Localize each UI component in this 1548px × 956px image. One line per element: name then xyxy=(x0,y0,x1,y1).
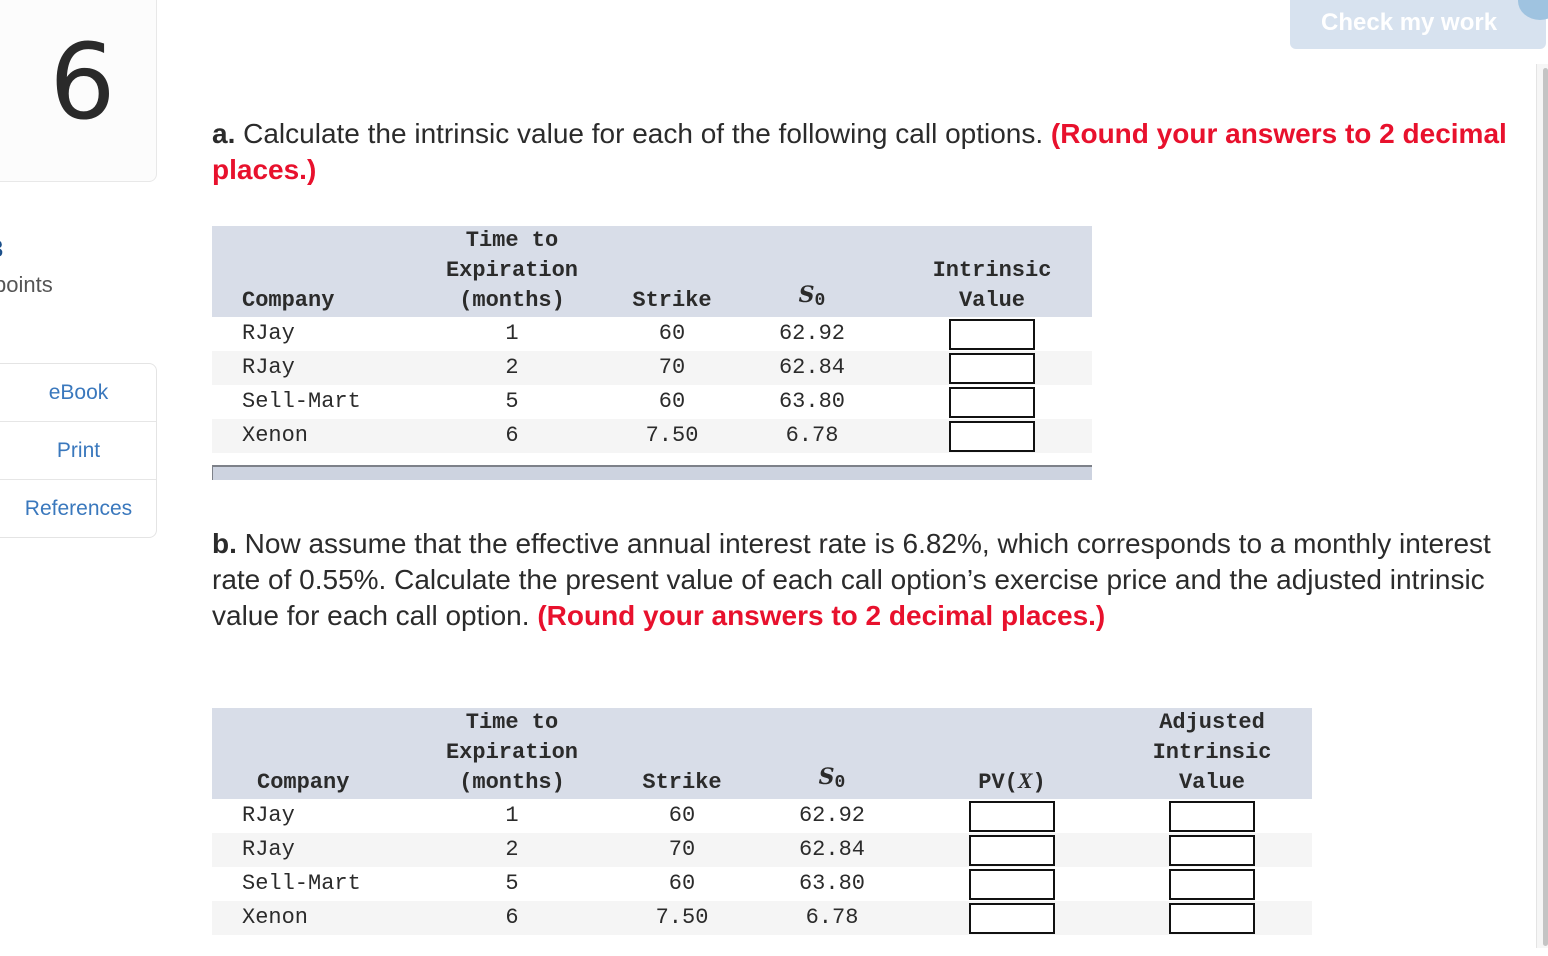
pv-x-cell xyxy=(912,867,1112,901)
months-cell: 6 xyxy=(412,901,612,935)
company-cell: RJay xyxy=(212,833,412,867)
part-b-label: b. xyxy=(212,528,237,559)
part-b-prompt: b. Now assume that the effective annual … xyxy=(212,526,1532,634)
print-link[interactable]: Print xyxy=(0,422,156,480)
pv-x-cell xyxy=(912,799,1112,833)
points-value: 3 xyxy=(0,236,3,264)
table-row: RJay 2 70 62.84 xyxy=(212,833,1312,867)
header-intrinsic-value: Intrinsic Value xyxy=(892,226,1092,317)
months-cell: 5 xyxy=(412,867,612,901)
intrinsic-value-input[interactable] xyxy=(949,420,1035,452)
adjusted-intrinsic-value-table: Company Time to Expiration (months) Stri… xyxy=(212,708,1312,935)
header-time-to-expiration: Time to Expiration (months) xyxy=(412,708,612,799)
header-pv-x: PV(X) xyxy=(912,708,1112,799)
pv-x-input[interactable] xyxy=(969,902,1055,934)
s0-cell: 63.80 xyxy=(732,385,892,419)
strike-cell: 60 xyxy=(612,799,752,833)
intrinsic-value-input[interactable] xyxy=(949,352,1035,384)
header-s0: S0 xyxy=(732,226,892,317)
part-b-instruction: (Round your answers to 2 decimal places.… xyxy=(537,600,1106,631)
intrinsic-value-input[interactable] xyxy=(949,386,1035,418)
points-label: points xyxy=(0,272,53,297)
pv-x-input[interactable] xyxy=(969,868,1055,900)
strike-cell: 60 xyxy=(612,385,732,419)
header-s0: S0 xyxy=(752,708,912,799)
adjusted-intrinsic-value-input[interactable] xyxy=(1169,834,1255,866)
adjusted-value-cell xyxy=(1112,867,1312,901)
strike-cell: 70 xyxy=(612,833,752,867)
company-cell: RJay xyxy=(212,351,412,385)
part-a-prompt: a. Calculate the intrinsic value for eac… xyxy=(212,116,1522,188)
pv-x-input[interactable] xyxy=(969,800,1055,832)
strike-cell: 60 xyxy=(612,317,732,351)
s0-cell: 6.78 xyxy=(732,419,892,453)
strike-cell: 60 xyxy=(612,867,752,901)
adjusted-value-cell xyxy=(1112,799,1312,833)
s0-cell: 62.84 xyxy=(732,351,892,385)
table-footer-bar xyxy=(212,465,1092,480)
company-cell: Sell-Mart xyxy=(212,385,412,419)
scrollbar-thumb[interactable] xyxy=(1543,68,1548,946)
resource-links: eBook Print References xyxy=(0,363,157,538)
company-cell: Sell-Mart xyxy=(212,867,412,901)
table-row: Xenon 6 7.50 6.78 xyxy=(212,901,1312,935)
adjusted-intrinsic-value-input[interactable] xyxy=(1169,800,1255,832)
pv-x-cell xyxy=(912,901,1112,935)
table-row: Sell-Mart 5 60 63.80 xyxy=(212,867,1312,901)
s0-cell: 62.92 xyxy=(732,317,892,351)
ebook-link[interactable]: eBook xyxy=(0,364,156,422)
company-cell: Xenon xyxy=(212,419,412,453)
header-strike: Strike xyxy=(612,708,752,799)
adjusted-value-cell xyxy=(1112,833,1312,867)
adjusted-value-cell xyxy=(1112,901,1312,935)
table-header-row: Company Time to Expiration (months) Stri… xyxy=(212,708,1312,799)
table-row: RJay 1 60 62.92 xyxy=(212,317,1092,351)
s0-cell: 62.84 xyxy=(752,833,912,867)
months-cell: 1 xyxy=(412,799,612,833)
part-a-text: Calculate the intrinsic value for each o… xyxy=(235,118,1051,149)
strike-cell: 70 xyxy=(612,351,732,385)
table-row: Sell-Mart 5 60 63.80 xyxy=(212,385,1092,419)
question-number: 6 xyxy=(49,21,116,143)
months-cell: 2 xyxy=(412,351,612,385)
table-row: Xenon 6 7.50 6.78 xyxy=(212,419,1092,453)
s0-cell: 62.92 xyxy=(752,799,912,833)
company-cell: RJay xyxy=(212,317,412,351)
references-link[interactable]: References xyxy=(0,480,156,537)
table-row: RJay 2 70 62.84 xyxy=(212,351,1092,385)
company-cell: RJay xyxy=(212,799,412,833)
table-header-row: Company Time to Expiration (months) Stri… xyxy=(212,226,1092,317)
intrinsic-value-cell xyxy=(892,385,1092,419)
months-cell: 6 xyxy=(412,419,612,453)
intrinsic-value-cell xyxy=(892,419,1092,453)
intrinsic-value-table: Company Time to Expiration (months) Stri… xyxy=(212,226,1092,453)
adjusted-intrinsic-value-input[interactable] xyxy=(1169,902,1255,934)
s0-cell: 63.80 xyxy=(752,867,912,901)
header-company: Company xyxy=(212,226,412,317)
intrinsic-value-input[interactable] xyxy=(949,318,1035,350)
strike-cell: 7.50 xyxy=(612,901,752,935)
intrinsic-value-cell xyxy=(892,351,1092,385)
table-row: RJay 1 60 62.92 xyxy=(212,799,1312,833)
header-strike: Strike xyxy=(612,226,732,317)
adjusted-intrinsic-value-input[interactable] xyxy=(1169,868,1255,900)
months-cell: 5 xyxy=(412,385,612,419)
company-cell: Xenon xyxy=(212,901,412,935)
months-cell: 1 xyxy=(412,317,612,351)
check-my-work-label: Check my work xyxy=(1321,9,1498,36)
s0-cell: 6.78 xyxy=(752,901,912,935)
intrinsic-value-cell xyxy=(892,317,1092,351)
pv-x-cell xyxy=(912,833,1112,867)
pv-x-input[interactable] xyxy=(969,834,1055,866)
part-a-label: a. xyxy=(212,118,236,149)
header-company: Company xyxy=(212,708,412,799)
strike-cell: 7.50 xyxy=(612,419,732,453)
check-my-work-button[interactable]: Check my work xyxy=(1290,0,1546,49)
header-time-to-expiration: Time to Expiration (months) xyxy=(412,226,612,317)
header-adjusted-intrinsic-value: Adjusted Intrinsic Value xyxy=(1112,708,1312,799)
months-cell: 2 xyxy=(412,833,612,867)
